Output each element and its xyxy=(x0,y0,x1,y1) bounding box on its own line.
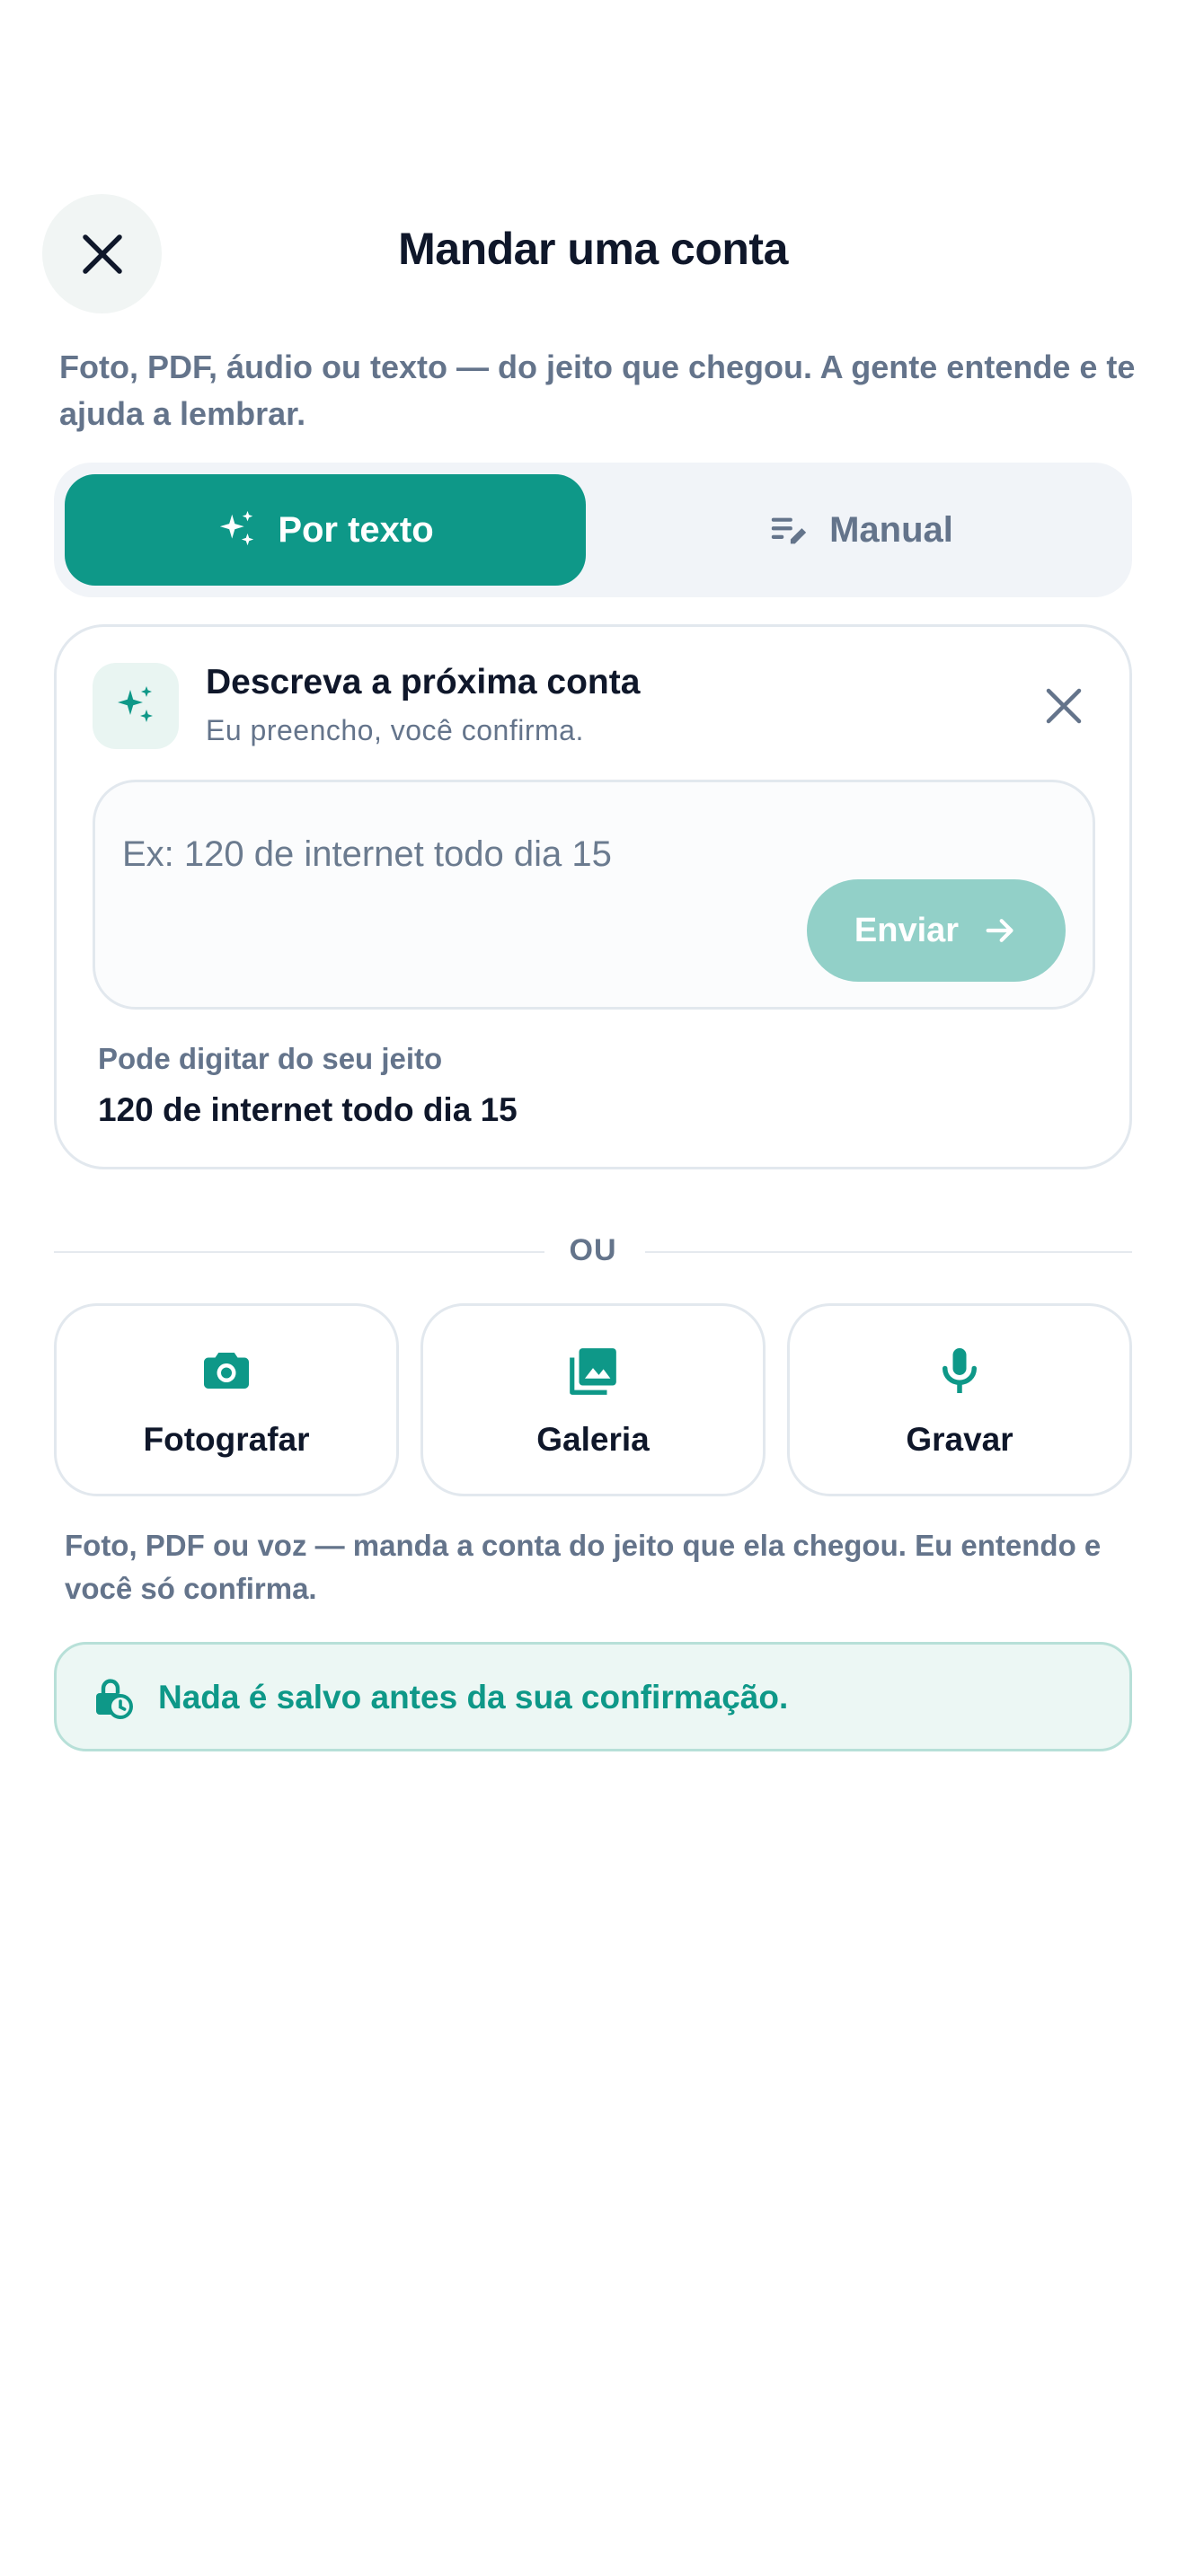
hint-label: Pode digitar do seu jeito xyxy=(98,1042,443,1075)
divider-label: OU xyxy=(569,1233,617,1267)
camera-icon xyxy=(204,1353,249,1389)
send-button-label: Enviar xyxy=(854,911,960,949)
describe-bill-card: Descreva a próxima conta Eu preencho, vo… xyxy=(54,624,1132,1169)
hint-example[interactable]: 120 de internet todo dia 15 xyxy=(98,1091,518,1129)
sparkles-icon xyxy=(220,510,254,546)
input-mode-tabs: Por texto Manual xyxy=(54,463,1132,597)
gallery-button[interactable]: Galeria xyxy=(420,1303,766,1496)
privacy-banner: Nada é salvo antes da sua confirmação. xyxy=(54,1642,1132,1751)
lock-clock-icon xyxy=(96,1679,133,1719)
arrow-right-icon xyxy=(986,919,1013,942)
card-sparkles-badge xyxy=(93,663,179,749)
microphone-icon xyxy=(943,1348,977,1393)
bill-description-field: Enviar xyxy=(93,780,1095,1010)
sparkles-icon xyxy=(118,686,153,722)
tab-por-texto-label: Por texto xyxy=(278,509,434,550)
photo-button-label: Fotografar xyxy=(143,1421,310,1458)
bill-description-input[interactable] xyxy=(122,827,751,881)
tab-manual[interactable]: Manual xyxy=(600,474,1121,586)
card-title: Descreva a próxima conta xyxy=(206,663,641,701)
page-subtitle: Foto, PDF, áudio ou texto — do jeito que… xyxy=(59,348,1136,432)
edit-note-icon xyxy=(771,517,807,544)
privacy-banner-text: Nada é salvo antes da sua confirmação. xyxy=(158,1679,789,1716)
tab-manual-label: Manual xyxy=(829,509,953,550)
photo-button[interactable]: Fotografar xyxy=(54,1303,399,1496)
helper-note: Foto, PDF ou voz — manda a conta do jeit… xyxy=(65,1529,1102,1605)
tab-por-texto[interactable]: Por texto xyxy=(65,474,586,586)
send-bill-screen: Mandar uma conta Foto, PDF, áudio ou tex… xyxy=(0,0,1186,2576)
send-button[interactable]: Enviar xyxy=(807,879,1066,982)
record-button[interactable]: Gravar xyxy=(787,1303,1132,1496)
record-button-label: Gravar xyxy=(906,1421,1013,1458)
gallery-button-label: Galeria xyxy=(536,1421,650,1458)
gallery-icon xyxy=(570,1348,616,1395)
card-subtitle: Eu preencho, você confirma. xyxy=(206,714,584,746)
page-title: Mandar uma conta xyxy=(398,224,788,274)
close-icon[interactable] xyxy=(1043,685,1084,727)
